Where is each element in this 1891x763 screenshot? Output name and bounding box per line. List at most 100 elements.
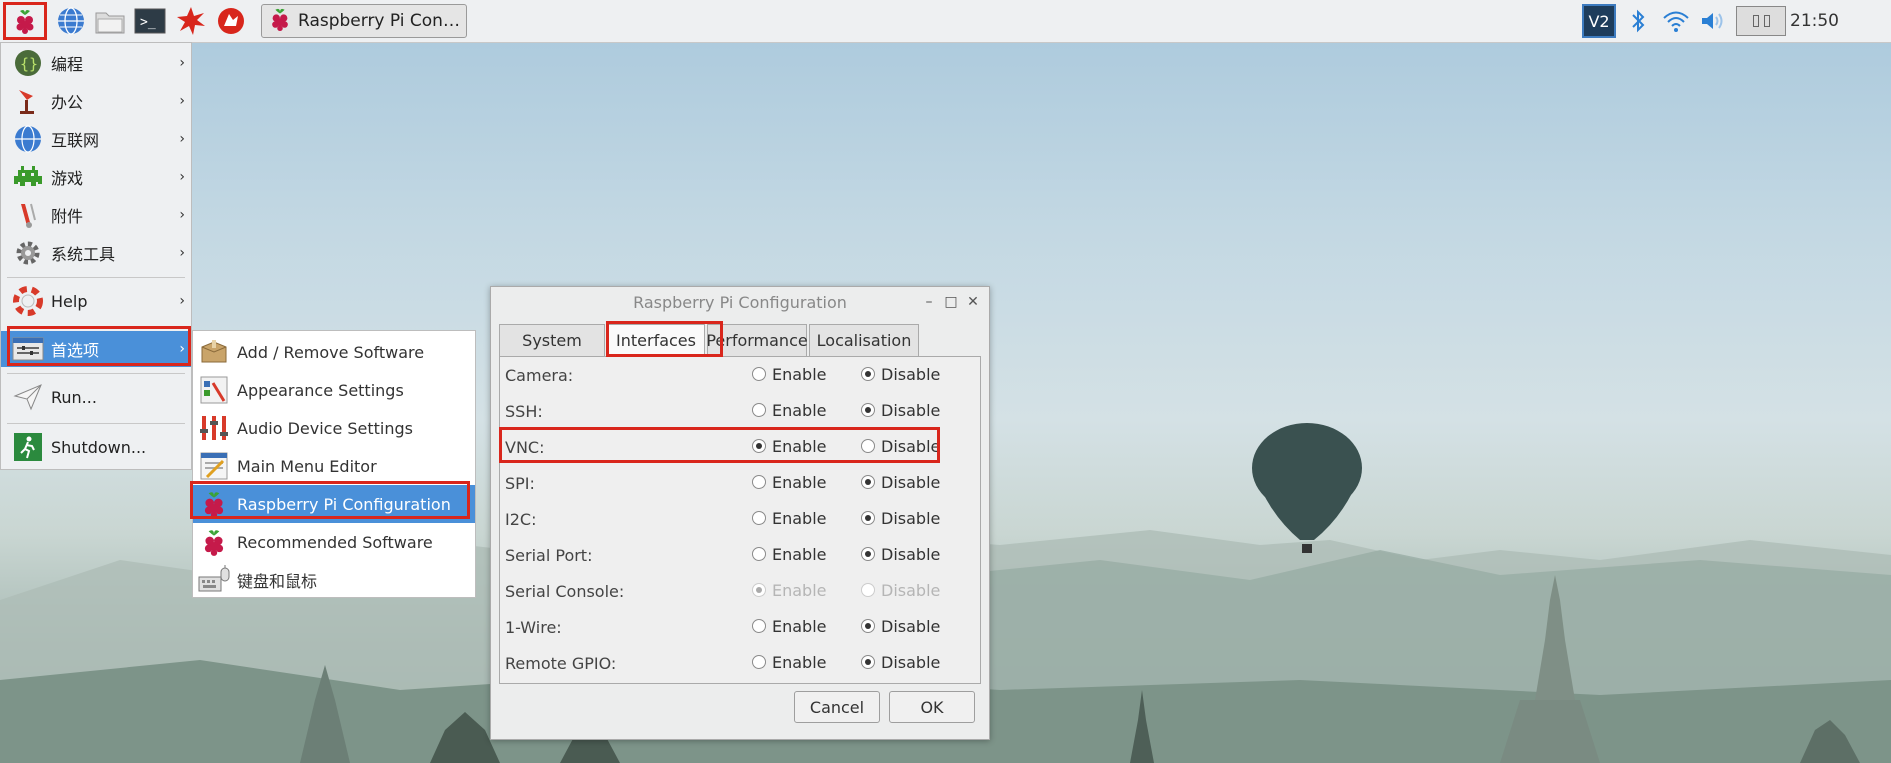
dialog-title: Raspberry Pi Configuration bbox=[633, 293, 847, 312]
raspberry-icon bbox=[268, 6, 292, 37]
enable-label: Enable bbox=[772, 617, 827, 636]
disable-radio[interactable] bbox=[861, 655, 875, 669]
games-icon bbox=[11, 160, 45, 194]
wolfram-icon[interactable] bbox=[214, 4, 248, 38]
interface-name: Serial Port: bbox=[505, 546, 593, 565]
disable-radio[interactable] bbox=[861, 403, 875, 417]
submenu-item-label: 键盘和鼠标 bbox=[237, 572, 318, 591]
enable-radio[interactable] bbox=[752, 655, 766, 669]
disable-radio[interactable] bbox=[861, 511, 875, 525]
preferences-submenu: Add / Remove Software Appearance Setting… bbox=[192, 330, 476, 598]
interface-row: Remote GPIO: Enable Disable bbox=[500, 647, 980, 681]
submenu-item-label: Appearance Settings bbox=[237, 380, 404, 400]
enable-label: Enable bbox=[772, 581, 827, 600]
tab-performance[interactable]: Performance bbox=[706, 324, 808, 356]
menu-item-internet[interactable]: 互联网 › bbox=[1, 121, 191, 157]
interface-row: Serial Port: Enable Disable bbox=[500, 539, 980, 573]
disable-radio bbox=[861, 583, 875, 597]
submenu-item-label: Add / Remove Software bbox=[237, 342, 425, 362]
submenu-item-appearance-settings[interactable]: Appearance Settings bbox=[193, 371, 475, 409]
disable-radio[interactable] bbox=[861, 619, 875, 633]
clock[interactable]: 21:50 bbox=[1790, 11, 1839, 31]
disable-radio[interactable] bbox=[861, 547, 875, 561]
taskbar-window-button[interactable]: Raspberry Pi Configu... bbox=[261, 4, 467, 38]
interface-name: Serial Console: bbox=[505, 582, 625, 601]
submenu-item-main-menu-editor[interactable]: Main Menu Editor bbox=[193, 447, 475, 485]
raspberry-pi-configuration-dialog: Raspberry Pi Configuration – □ ✕ System … bbox=[490, 286, 990, 740]
accessories-icon bbox=[11, 198, 45, 232]
submenu-item-label: Audio Device Settings bbox=[237, 418, 413, 438]
enable-label: Enable bbox=[772, 401, 827, 420]
submenu-item-audio-device-settings[interactable]: Audio Device Settings bbox=[193, 409, 475, 447]
enable-radio[interactable] bbox=[752, 475, 766, 489]
menu-separator bbox=[7, 373, 185, 374]
close-button[interactable]: ✕ bbox=[965, 293, 981, 311]
volume-icon[interactable] bbox=[1698, 4, 1728, 38]
enable-radio bbox=[752, 583, 766, 597]
wifi-icon[interactable] bbox=[1660, 4, 1692, 38]
terminal-icon[interactable]: >_ bbox=[133, 4, 167, 38]
bluetooth-icon[interactable] bbox=[1626, 4, 1650, 38]
submenu-item-recommended-software[interactable]: Recommended Software bbox=[193, 523, 475, 561]
submenu-item-raspberry-pi-configuration[interactable]: Raspberry Pi Configuration bbox=[193, 485, 475, 523]
enable-radio[interactable] bbox=[752, 619, 766, 633]
menu-item-label: 首选项 bbox=[51, 341, 100, 360]
cpu-monitor-icon[interactable] bbox=[1736, 4, 1786, 38]
submenu-item-keyboard-mouse[interactable]: 键盘和鼠标 bbox=[193, 561, 475, 599]
enable-radio[interactable] bbox=[752, 439, 766, 453]
menu-item-games[interactable]: 游戏 › bbox=[1, 159, 191, 195]
help-icon bbox=[11, 284, 45, 318]
enable-radio[interactable] bbox=[752, 367, 766, 381]
keyboard-mouse-icon bbox=[197, 563, 231, 597]
enable-radio[interactable] bbox=[752, 511, 766, 525]
interface-name: I2C: bbox=[505, 510, 537, 529]
shutdown-icon bbox=[11, 430, 45, 464]
menu-item-system-tools[interactable]: 系统工具 › bbox=[1, 235, 191, 271]
interfaces-panel: Camera: Enable Disable SSH: Enable Disable VNC… bbox=[499, 356, 981, 684]
office-icon bbox=[11, 84, 45, 118]
interface-name: SPI: bbox=[505, 474, 535, 493]
browser-icon[interactable] bbox=[54, 4, 88, 38]
chevron-right-icon: › bbox=[179, 245, 185, 261]
disable-radio[interactable] bbox=[861, 475, 875, 489]
menu-item-programming[interactable]: {} 编程 › bbox=[1, 45, 191, 81]
interface-name: 1-Wire: bbox=[505, 618, 562, 637]
mathematica-icon[interactable] bbox=[174, 4, 208, 38]
disable-radio[interactable] bbox=[861, 367, 875, 381]
interface-name: Camera: bbox=[505, 366, 574, 385]
raspberry-menu-icon[interactable] bbox=[8, 4, 42, 38]
menu-separator bbox=[7, 423, 185, 424]
enable-label: Enable bbox=[772, 509, 827, 528]
submenu-item-label: Raspberry Pi Configuration bbox=[237, 494, 451, 514]
menu-item-help[interactable]: Help › bbox=[1, 283, 191, 319]
enable-label: Enable bbox=[772, 653, 827, 672]
ok-button[interactable]: OK bbox=[889, 691, 975, 723]
disable-label: Disable bbox=[881, 653, 941, 672]
chevron-right-icon: › bbox=[179, 207, 185, 223]
disable-radio[interactable] bbox=[861, 439, 875, 453]
menu-item-label: 系统工具 bbox=[51, 245, 116, 264]
enable-radio[interactable] bbox=[752, 547, 766, 561]
menu-item-label: Run... bbox=[51, 387, 97, 407]
tab-localisation[interactable]: Localisation bbox=[809, 324, 919, 356]
menu-item-shutdown[interactable]: Shutdown... bbox=[1, 429, 191, 465]
menu-item-run[interactable]: Run... bbox=[1, 379, 191, 415]
svg-text:>_: >_ bbox=[140, 15, 156, 30]
add-remove-software-icon bbox=[197, 335, 231, 369]
menu-item-accessories[interactable]: 附件 › bbox=[1, 197, 191, 233]
interface-row: Serial Console: Enable Disable bbox=[500, 575, 980, 609]
vnc-tray-icon[interactable]: V2 bbox=[1580, 4, 1618, 38]
maximize-button[interactable]: □ bbox=[943, 293, 959, 311]
cancel-button[interactable]: Cancel bbox=[794, 691, 880, 723]
enable-radio[interactable] bbox=[752, 403, 766, 417]
system-tools-icon bbox=[11, 236, 45, 270]
tab-interfaces[interactable]: Interfaces bbox=[607, 324, 705, 356]
tab-system[interactable]: System bbox=[499, 324, 605, 356]
file-manager-icon[interactable] bbox=[93, 4, 127, 38]
enable-label: Enable bbox=[772, 437, 827, 456]
menu-item-preferences[interactable]: 首选项 › bbox=[1, 331, 191, 367]
minimize-button[interactable]: – bbox=[921, 293, 937, 311]
interface-row: SSH: Enable Disable bbox=[500, 395, 980, 429]
menu-item-office[interactable]: 办公 › bbox=[1, 83, 191, 119]
submenu-item-add-remove-software[interactable]: Add / Remove Software bbox=[193, 333, 475, 371]
